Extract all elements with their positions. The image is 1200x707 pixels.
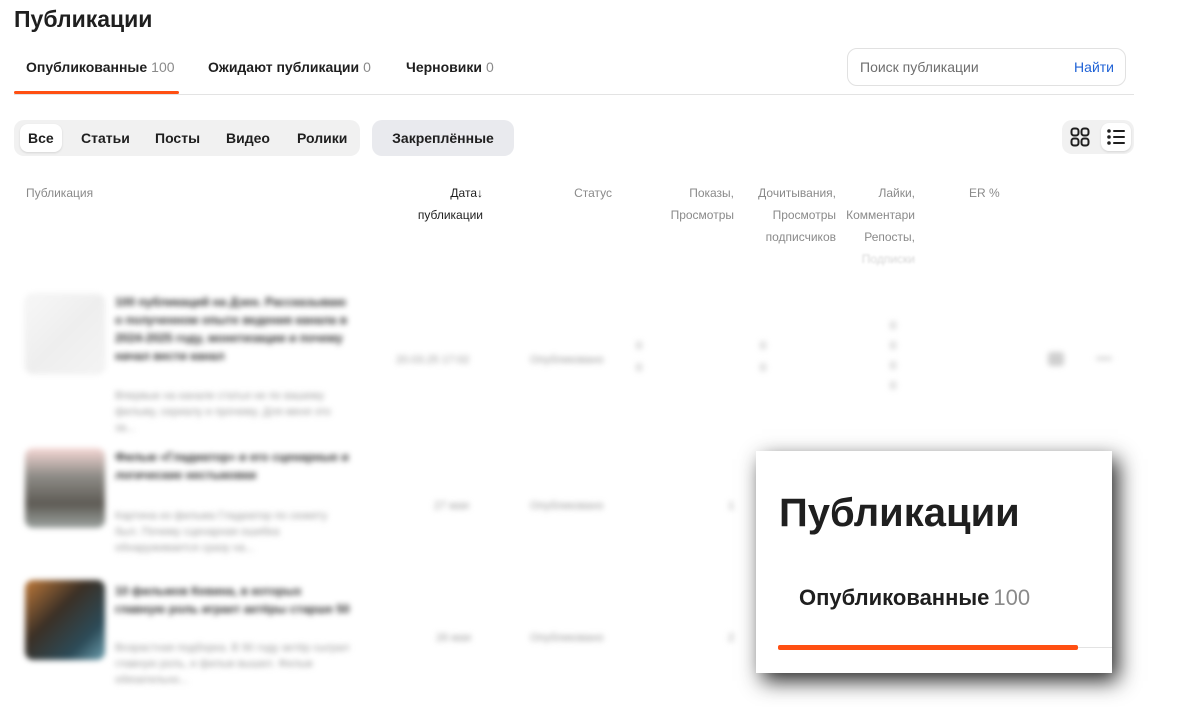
row-excerpt: Возрастная подборка. В 90 году актёр сыг… — [115, 642, 350, 686]
row-thumbnail — [25, 580, 105, 660]
row-thumbnail — [25, 294, 105, 374]
header-likes-line3: Репосты, — [864, 230, 915, 244]
tab-published-count: 100 — [151, 59, 175, 75]
row-date: 20.03.25 17:02 — [396, 354, 470, 366]
row-date: 27 мая — [434, 500, 469, 512]
row-status: Опубликовано — [530, 632, 604, 644]
row-likes: 0 — [890, 320, 897, 332]
header-reads-line1: Дочитывания, — [758, 186, 836, 200]
active-tab-underline — [14, 91, 179, 94]
more-icon[interactable] — [1096, 357, 1112, 360]
tab-scheduled-count: 0 — [363, 59, 371, 75]
filter-articles[interactable]: Статьи — [73, 124, 138, 152]
tab-drafts[interactable]: Черновики 0 — [406, 59, 494, 75]
header-likes-line1: Лайки, — [878, 186, 915, 200]
sort-arrow-icon: ↓ — [477, 186, 483, 200]
filter-posts[interactable]: Посты — [147, 124, 208, 152]
table-row[interactable]: 100 публикаций на Дзен. Рассказываю о по… — [0, 290, 1140, 434]
filter-all[interactable]: Все — [20, 124, 62, 152]
header-date-line1: Дата — [450, 186, 477, 200]
filter-shorts[interactable]: Ролики — [289, 124, 355, 152]
edit-icon[interactable] — [1048, 352, 1064, 366]
list-icon — [1107, 129, 1125, 145]
tab-scheduled[interactable]: Ожидают публикации 0 — [208, 59, 371, 75]
header-likes-line2: Комментари — [846, 208, 915, 222]
row-title: Фильм «Гладиатор» и его сценарные и логи… — [115, 450, 349, 482]
row-views: 1 — [728, 500, 735, 512]
search-box: Найти — [847, 48, 1126, 86]
zoom-callout: Публикации Опубликованные 100 — [756, 451, 1112, 673]
header-reads-line3: подписчиков — [765, 230, 836, 244]
row-views: 2 — [728, 632, 735, 644]
header-views-line2: Просмотры — [670, 208, 734, 222]
pinned-button[interactable]: Закреплённые — [372, 120, 514, 156]
row-thumbnail — [25, 448, 105, 528]
row-comments: 0 — [890, 340, 897, 352]
header-views-line1: Показы, — [689, 186, 734, 200]
header-likes: Лайки, Комментари Репосты, Подписки — [845, 182, 915, 270]
row-views-secondary: 0 — [636, 362, 643, 374]
view-toggle — [1062, 120, 1134, 154]
search-input[interactable] — [860, 49, 1060, 85]
zoom-tab: Опубликованные 100 — [799, 585, 1030, 611]
zoom-tab-label: Опубликованные — [799, 585, 990, 610]
header-date[interactable]: Дата↓ публикации — [380, 182, 483, 226]
header-views: Показы, Просмотры — [640, 182, 734, 226]
row-title: 100 публикаций на Дзен. Рассказываю о по… — [115, 295, 348, 363]
zoom-tab-underline — [778, 645, 1078, 650]
row-views: 0 — [636, 340, 643, 352]
zoom-tab-count: 100 — [993, 585, 1031, 610]
tab-drafts-label: Черновики — [406, 59, 483, 75]
grid-icon — [1070, 127, 1090, 147]
header-reads: Дочитывания, Просмотры подписчиков — [740, 182, 836, 248]
row-excerpt: Впервые на канале статья не по вашему фи… — [115, 390, 331, 434]
row-subscriptions: 0 — [890, 380, 897, 392]
row-reads-secondary: 0 — [760, 362, 767, 374]
tab-scheduled-label: Ожидают публикации — [208, 59, 360, 75]
header-reads-line2: Просмотры — [772, 208, 836, 222]
filter-video[interactable]: Видео — [218, 124, 278, 152]
list-view-button[interactable] — [1101, 123, 1131, 151]
tab-published-label: Опубликованные — [26, 59, 148, 75]
content-type-filter: Все Статьи Посты Видео Ролики — [14, 120, 360, 156]
row-title: 10 фильмов Кевина, в которых главную рол… — [115, 584, 350, 616]
header-er: ER % — [969, 186, 1000, 200]
page-title: Публикации — [14, 6, 153, 32]
tab-published[interactable]: Опубликованные 100 — [26, 59, 175, 75]
row-status: Опубликовано — [530, 354, 604, 366]
header-date-line2: публикации — [417, 208, 483, 222]
search-button[interactable]: Найти — [1074, 59, 1114, 75]
tab-drafts-count: 0 — [486, 59, 494, 75]
row-status: Опубликовано — [530, 500, 604, 512]
row-reads: 0 — [760, 340, 767, 352]
header-likes-line4: Подписки — [861, 252, 915, 266]
row-reposts: 0 — [890, 360, 897, 372]
zoom-title: Публикации — [779, 491, 1020, 535]
row-excerpt: Картина из фильма Гладиатор по сюжету бы… — [115, 510, 328, 554]
header-publication: Публикация — [26, 186, 94, 200]
grid-view-button[interactable] — [1065, 123, 1095, 151]
row-date: 26 мая — [436, 632, 471, 644]
header-status: Статус — [574, 186, 612, 200]
